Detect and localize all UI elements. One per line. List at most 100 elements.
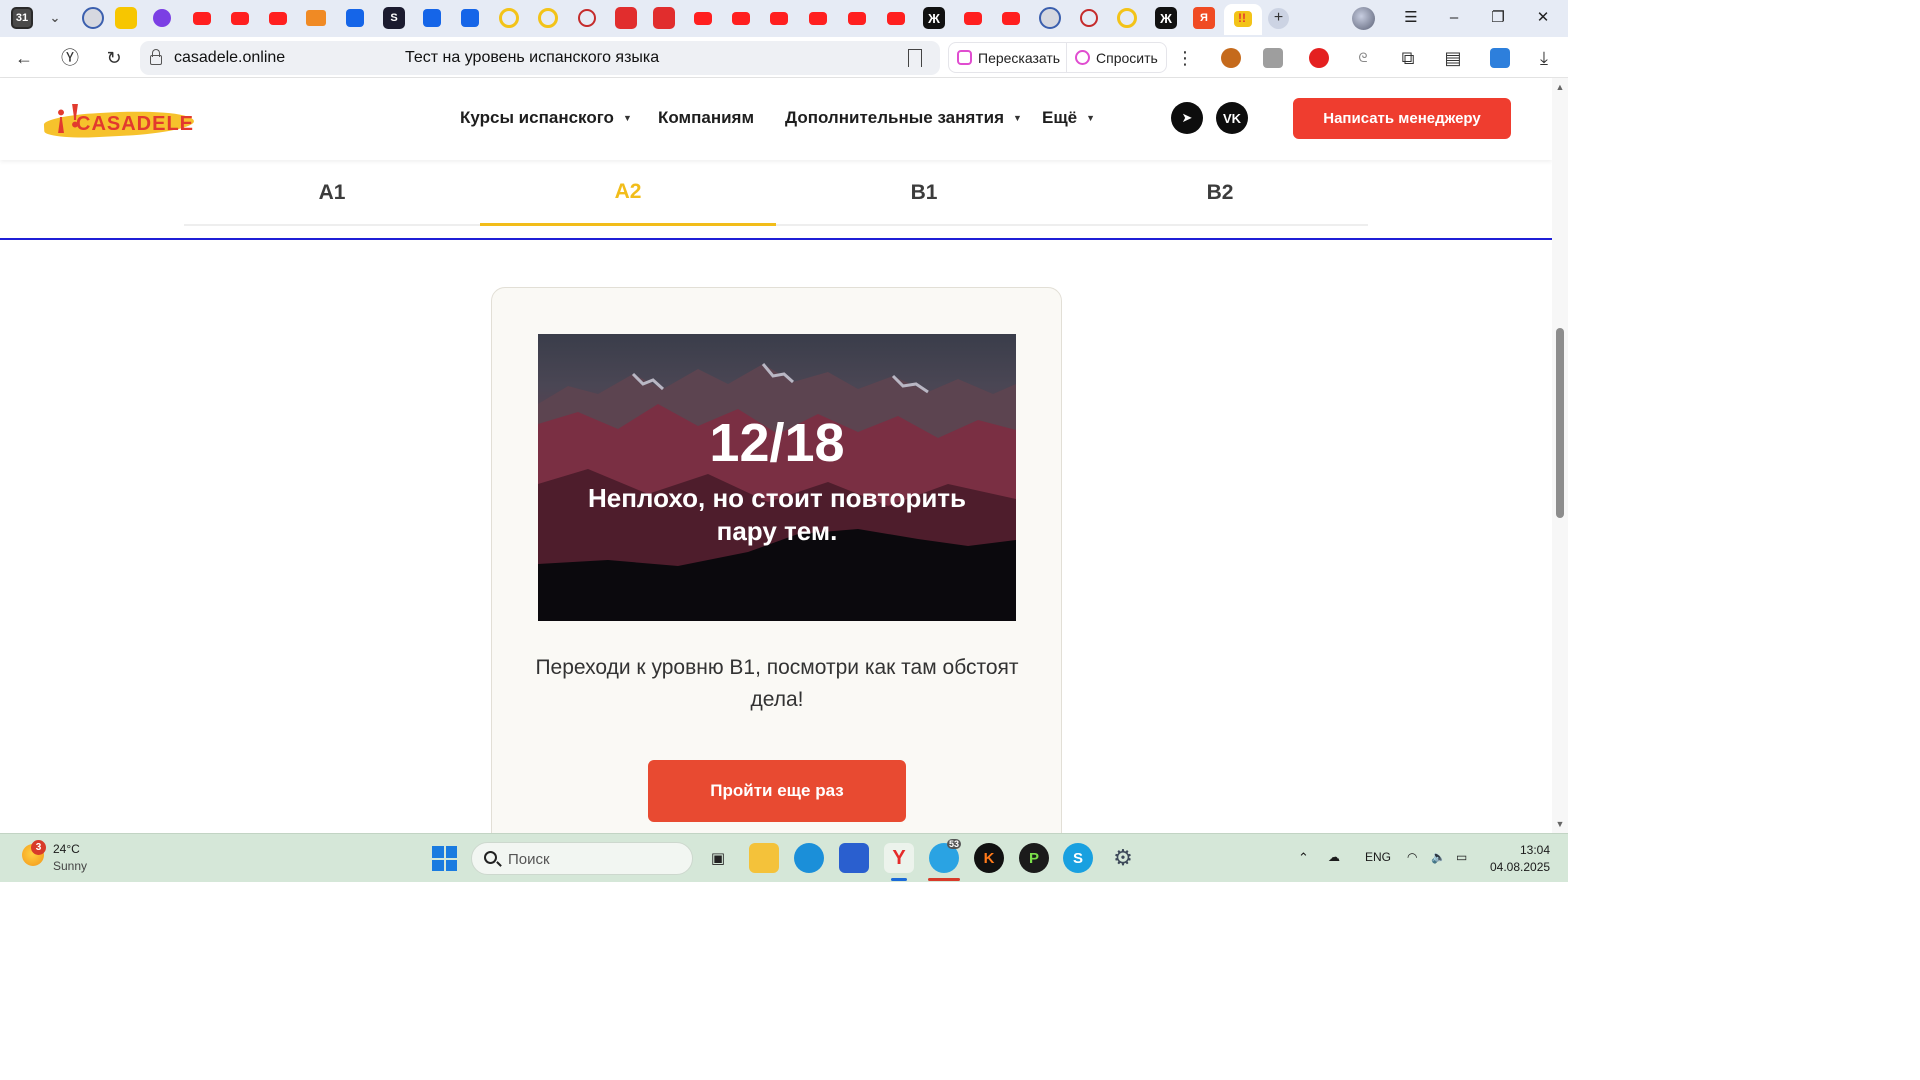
tab-favicon[interactable]	[537, 7, 559, 29]
new-tab-button[interactable]: +	[1268, 8, 1289, 29]
tab-favicon[interactable]: Ж	[923, 7, 945, 29]
edge-icon[interactable]	[794, 843, 824, 873]
tab-favicon[interactable]	[461, 9, 479, 27]
tab-favicon[interactable]	[576, 7, 598, 29]
translate-icon[interactable]	[1490, 48, 1510, 68]
youtube-tab-icon[interactable]	[846, 7, 868, 29]
scroll-up-arrow-icon[interactable]: ▲	[1552, 80, 1568, 94]
tab-favicon[interactable]: Ж	[1155, 7, 1177, 29]
clock-date[interactable]: 04.08.2025	[1490, 860, 1550, 874]
more-menu-icon[interactable]: ⋮	[1173, 46, 1197, 70]
minimize-icon[interactable]: –	[1441, 6, 1467, 30]
start-windows-icon[interactable]	[432, 846, 457, 871]
app-icon[interactable]: K	[974, 843, 1004, 873]
telegram-app-icon[interactable]: 53	[929, 839, 962, 873]
tab-favicon[interactable]: S	[383, 7, 405, 29]
tab-favicon[interactable]	[615, 7, 637, 29]
close-icon[interactable]: ✕	[1530, 6, 1556, 30]
tab-list-chevron-icon[interactable]: ⌄	[44, 7, 66, 29]
tab-level-b2[interactable]: B2	[1072, 160, 1368, 226]
tab-favicon[interactable]	[82, 7, 104, 29]
scrollbar-thumb[interactable]	[1556, 328, 1564, 518]
volume-icon[interactable]: 🔈	[1431, 850, 1446, 864]
adblock-icon[interactable]	[1309, 48, 1329, 68]
collections-icon[interactable]: ▤	[1441, 46, 1465, 70]
yandex-browser-icon[interactable]: Y	[884, 843, 914, 873]
retell-button[interactable]: Пересказать	[948, 42, 1070, 73]
youtube-tab-icon[interactable]	[962, 7, 984, 29]
yandex-tab-icon[interactable]: Я	[1193, 7, 1215, 29]
youtube-tab-icon[interactable]	[267, 7, 289, 29]
extensions-puzzle-icon[interactable]: ⧉	[1396, 46, 1420, 70]
task-view-icon[interactable]: ▣	[703, 843, 733, 873]
tab-favicon[interactable]	[346, 9, 364, 27]
yandex-home-icon[interactable]: Ⓨ	[58, 46, 82, 70]
wifi-icon[interactable]: ◠	[1407, 850, 1417, 864]
address-url[interactable]: casadele.online	[174, 49, 285, 67]
profile-avatar[interactable]	[1352, 7, 1375, 30]
page-scrollbar[interactable]: ▲ ▼	[1552, 78, 1568, 833]
write-manager-button[interactable]: Написать менеджеру	[1293, 98, 1511, 139]
browser-toolbar: ← Ⓨ ↻ casadele.online Тест на уровень ис…	[0, 37, 1568, 78]
onedrive-off-icon[interactable]: ☁	[1328, 850, 1340, 864]
ask-button[interactable]: Спросить	[1066, 42, 1167, 73]
nav-companies[interactable]: Компаниям	[658, 108, 754, 128]
nav-extra-classes[interactable]: Дополнительные занятия ▼	[785, 108, 1022, 128]
telegram-icon[interactable]: ➤	[1171, 102, 1203, 134]
youtube-tab-icon[interactable]	[768, 7, 790, 29]
tab-favicon[interactable]	[1078, 7, 1100, 29]
app-icon[interactable]: P	[1019, 843, 1049, 873]
retry-quiz-button[interactable]: Пройти еще раз	[648, 760, 906, 822]
input-language[interactable]: ENG	[1365, 850, 1391, 864]
tab-favicon[interactable]	[653, 7, 675, 29]
battery-icon[interactable]: ▭	[1456, 850, 1467, 864]
extension-icon[interactable]: ᘓ	[1353, 48, 1373, 68]
tray-chevron-up-icon[interactable]: ⌃	[1298, 850, 1309, 866]
active-tab[interactable]	[1224, 4, 1262, 35]
extension-icon[interactable]	[1221, 48, 1241, 68]
result-advice: Переходи к уровню B1, посмотри как там о…	[535, 656, 1019, 711]
casadele-logo[interactable]: ¡! CASADELE	[43, 98, 195, 140]
tab-favicon[interactable]	[498, 7, 520, 29]
tab-favicon[interactable]	[1116, 7, 1138, 29]
tab-favicon[interactable]	[153, 9, 171, 27]
youtube-tab-icon[interactable]	[730, 7, 752, 29]
tab-favicon[interactable]	[115, 7, 137, 29]
tab-level-b1[interactable]: B1	[776, 160, 1072, 226]
taskbar-search[interactable]: Поиск	[471, 842, 693, 875]
settings-gear-icon[interactable]: ⚙	[1108, 843, 1138, 873]
scroll-down-arrow-icon[interactable]: ▼	[1552, 817, 1568, 831]
address-bar[interactable]: casadele.online Тест на уровень испанско…	[140, 41, 940, 75]
tab-menu-icon[interactable]: ☰	[1398, 6, 1424, 30]
youtube-tab-icon[interactable]	[1000, 7, 1022, 29]
back-arrow-icon[interactable]: ←	[12, 46, 36, 70]
downloads-icon[interactable]: ⤓	[1532, 46, 1556, 70]
logo-text: CASADELE	[76, 113, 195, 135]
file-explorer-icon[interactable]	[749, 843, 779, 873]
calendar-tab-icon[interactable]: 31	[11, 7, 33, 29]
store-icon[interactable]	[839, 843, 869, 873]
youtube-tab-icon[interactable]	[692, 7, 714, 29]
skype-icon[interactable]: S	[1063, 843, 1093, 873]
mail-tab-icon[interactable]	[306, 10, 326, 26]
tab-favicon[interactable]	[1039, 7, 1061, 29]
youtube-tab-icon[interactable]	[885, 7, 907, 29]
extension-icon[interactable]	[1263, 48, 1283, 68]
youtube-tab-icon[interactable]	[807, 7, 829, 29]
nav-more[interactable]: Ещё ▼	[1042, 108, 1095, 128]
tab-favicon[interactable]	[423, 9, 441, 27]
reload-icon[interactable]: ↻	[102, 46, 126, 70]
weather-temperature[interactable]: 24°C	[53, 842, 80, 856]
nav-spanish-courses[interactable]: Курсы испанского ▼	[460, 108, 632, 128]
youtube-tab-icon[interactable]	[191, 7, 213, 29]
tab-level-a1[interactable]: A1	[184, 160, 480, 226]
bookmark-icon[interactable]	[908, 49, 922, 67]
lock-icon[interactable]	[149, 49, 162, 65]
clock-time[interactable]: 13:04	[1520, 843, 1550, 857]
tab-level-a2[interactable]: A2	[480, 160, 776, 226]
youtube-tab-icon[interactable]	[229, 7, 251, 29]
site-header: ¡! CASADELE Курсы испанского ▼ Компаниям…	[0, 78, 1552, 160]
restore-icon[interactable]: ❐	[1485, 6, 1511, 30]
weather-description[interactable]: Sunny	[53, 859, 87, 873]
vk-icon[interactable]: VK	[1216, 102, 1248, 134]
